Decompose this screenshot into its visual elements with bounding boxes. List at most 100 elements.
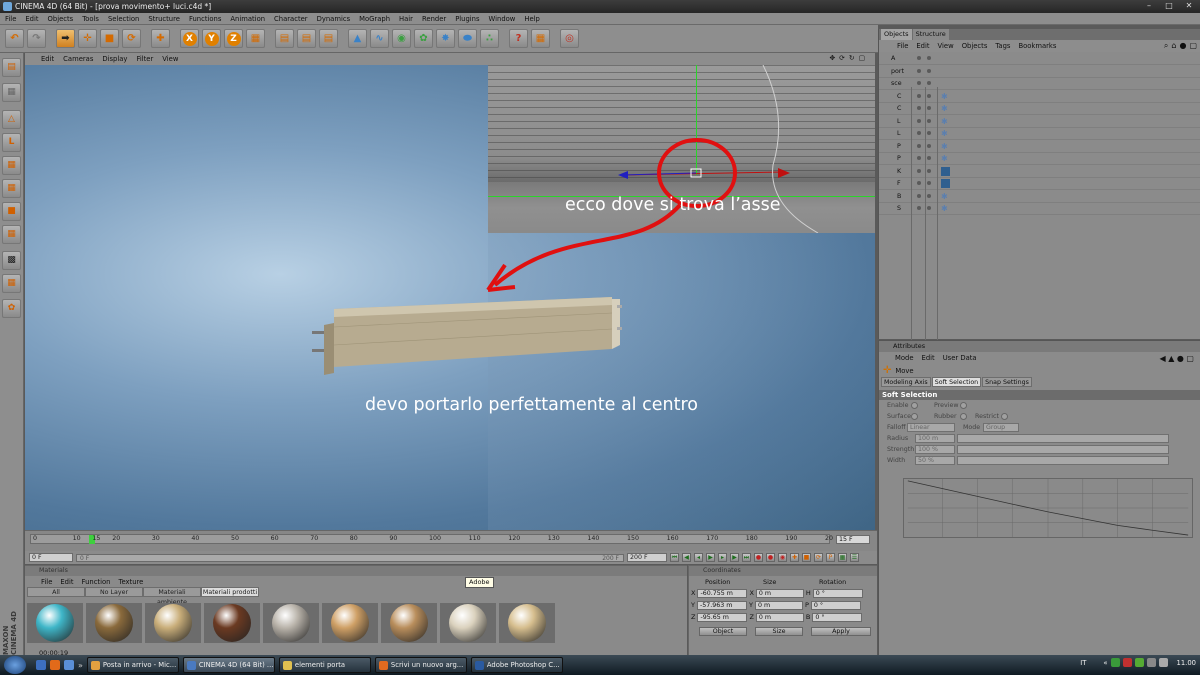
material-swatch[interactable] bbox=[440, 603, 496, 643]
object-row[interactable]: C ✱ bbox=[879, 91, 1200, 103]
scale-key-icon[interactable]: ■ bbox=[802, 553, 811, 562]
visibility-dot[interactable] bbox=[927, 143, 931, 148]
polygons-mode-icon[interactable]: ■ bbox=[2, 202, 21, 221]
falloff-graph[interactable] bbox=[903, 478, 1193, 538]
workplane-icon[interactable]: ▦ bbox=[2, 274, 21, 293]
door-beam-object[interactable] bbox=[312, 297, 622, 379]
viewport-menu-view[interactable]: View bbox=[162, 55, 178, 63]
object-row[interactable]: P ✱ bbox=[879, 141, 1200, 153]
preview-checkbox[interactable] bbox=[960, 402, 967, 409]
menu-animation[interactable]: Animation bbox=[230, 15, 265, 23]
objects-menu-tags[interactable]: Tags bbox=[995, 42, 1010, 50]
material-swatch[interactable] bbox=[322, 603, 378, 643]
desktop-icon[interactable] bbox=[64, 660, 74, 670]
render-picture-viewer-icon[interactable]: ▤ bbox=[297, 29, 316, 48]
lock-z-icon[interactable]: Z bbox=[224, 29, 243, 48]
taskbar-outlook[interactable]: Posta in arrivo - Mic... bbox=[86, 657, 179, 673]
object-row[interactable]: K bbox=[879, 166, 1200, 178]
strength-field[interactable]: 100 % bbox=[915, 445, 955, 454]
object-tag-icon[interactable] bbox=[941, 166, 950, 176]
attributes-menu-edit[interactable]: Edit bbox=[922, 354, 935, 362]
record-icon[interactable]: ● bbox=[754, 553, 763, 562]
menu-file[interactable]: File bbox=[5, 15, 16, 23]
object-tag-icon[interactable]: ✱ bbox=[941, 192, 950, 201]
network-icon[interactable] bbox=[1146, 658, 1156, 667]
position-x-field[interactable]: -60.755 m bbox=[697, 588, 748, 598]
visibility-dot[interactable] bbox=[927, 131, 931, 135]
next-key-icon[interactable]: ▶ bbox=[730, 553, 739, 562]
search-icon[interactable]: ⌕ bbox=[1164, 41, 1168, 51]
visibility-dot[interactable] bbox=[917, 193, 921, 198]
lock-y-icon[interactable]: Y bbox=[202, 29, 221, 48]
object-row[interactable]: port bbox=[879, 66, 1200, 78]
add-icon[interactable]: ✚ bbox=[151, 29, 170, 48]
viewport-menu-edit[interactable]: Edit bbox=[41, 55, 54, 63]
home-icon[interactable]: ⌂ bbox=[1171, 41, 1176, 51]
pan-icon[interactable]: ✥ bbox=[829, 54, 835, 62]
menu-selection[interactable]: Selection bbox=[108, 15, 139, 23]
visibility-dot[interactable] bbox=[917, 143, 921, 148]
viewport-menu-cameras[interactable]: Cameras bbox=[63, 55, 93, 63]
visibility-dot[interactable] bbox=[917, 181, 921, 185]
live-selection-icon[interactable]: ➡ bbox=[56, 29, 75, 48]
attributes-menu-mode[interactable]: Mode bbox=[895, 354, 914, 362]
object-row[interactable]: P ✱ bbox=[879, 153, 1200, 165]
materials-tab-ambiente[interactable]: Materiali ambiente bbox=[143, 587, 201, 606]
particle-icon[interactable]: ∴ bbox=[480, 29, 499, 48]
menu-functions[interactable]: Functions bbox=[189, 15, 221, 23]
keyframe-selection-icon[interactable]: ◉ bbox=[778, 553, 787, 562]
goto-end-icon[interactable]: ⏭ bbox=[742, 553, 751, 562]
menu-objects[interactable]: Objects bbox=[48, 15, 74, 23]
object-row[interactable]: B ✱ bbox=[879, 191, 1200, 203]
visibility-dot[interactable] bbox=[917, 168, 921, 173]
visibility-dot[interactable] bbox=[927, 193, 931, 198]
zoom-icon[interactable]: ⟳ bbox=[839, 54, 845, 62]
object-tag-icon[interactable]: ✱ bbox=[941, 129, 950, 138]
position-key-icon[interactable]: ✚ bbox=[790, 553, 799, 562]
texture-mode-icon[interactable]: ▦ bbox=[2, 83, 21, 102]
apply-button[interactable]: Apply bbox=[811, 626, 871, 636]
material-swatch[interactable] bbox=[381, 603, 437, 643]
scene-icon[interactable]: ⬬ bbox=[458, 29, 477, 48]
materials-menu-texture[interactable]: Texture bbox=[118, 578, 143, 586]
taskbar-photoshop[interactable]: Adobe Photoshop C... bbox=[470, 657, 563, 673]
menu-window[interactable]: Window bbox=[489, 15, 516, 23]
help-icon[interactable]: ? bbox=[509, 29, 528, 48]
visibility-dot[interactable] bbox=[917, 93, 921, 98]
object-axis-icon[interactable]: L bbox=[2, 133, 21, 152]
tray-arrow-icon[interactable]: « bbox=[1103, 659, 1107, 667]
menu-structure[interactable]: Structure bbox=[148, 15, 180, 23]
materials-menu-file[interactable]: File bbox=[41, 578, 52, 586]
viewport-menu-display[interactable]: Display bbox=[102, 55, 127, 63]
width-slider[interactable] bbox=[957, 456, 1169, 465]
rotation-p-field[interactable]: 0 ° bbox=[810, 600, 861, 610]
render-target-icon[interactable]: ◎ bbox=[560, 29, 579, 48]
mode-select[interactable]: Group bbox=[983, 423, 1019, 432]
rotation-h-field[interactable]: 0 ° bbox=[812, 588, 863, 598]
taskbar-cinema4d[interactable]: CINEMA 4D (64 Bit) ... bbox=[182, 657, 275, 673]
strength-slider[interactable] bbox=[957, 445, 1169, 454]
materials-menu-function[interactable]: Function bbox=[82, 578, 111, 586]
menu-character[interactable]: Character bbox=[274, 15, 308, 23]
goto-start-icon[interactable]: ⏮ bbox=[670, 553, 679, 562]
visibility-dot[interactable] bbox=[917, 68, 921, 73]
menu-mograph[interactable]: MoGraph bbox=[359, 15, 390, 23]
timeline-menu-icon[interactable]: ☰ bbox=[850, 553, 859, 562]
size-x-field[interactable]: 0 m bbox=[755, 588, 804, 598]
menu-hair[interactable]: Hair bbox=[399, 15, 413, 23]
size-y-field[interactable]: 0 m bbox=[754, 600, 803, 610]
visibility-dot[interactable] bbox=[927, 68, 931, 73]
radius-slider[interactable] bbox=[957, 434, 1169, 443]
visibility-dot[interactable] bbox=[927, 56, 931, 60]
object-row[interactable]: L ✱ bbox=[879, 116, 1200, 128]
visibility-dot[interactable] bbox=[917, 56, 921, 60]
points-mode-icon[interactable]: ▦ bbox=[2, 156, 21, 175]
lock-x-icon[interactable]: X bbox=[180, 29, 199, 48]
visibility-dot[interactable] bbox=[927, 81, 931, 85]
visibility-dot[interactable] bbox=[917, 156, 921, 160]
prev-key-icon[interactable]: ◀ bbox=[682, 553, 691, 562]
move-icon[interactable]: ✛ bbox=[78, 29, 97, 48]
object-tag-icon[interactable]: ✱ bbox=[941, 204, 950, 213]
maximize-view-icon[interactable]: ▢ bbox=[859, 54, 865, 62]
object-tag-icon[interactable]: ✱ bbox=[941, 117, 950, 126]
